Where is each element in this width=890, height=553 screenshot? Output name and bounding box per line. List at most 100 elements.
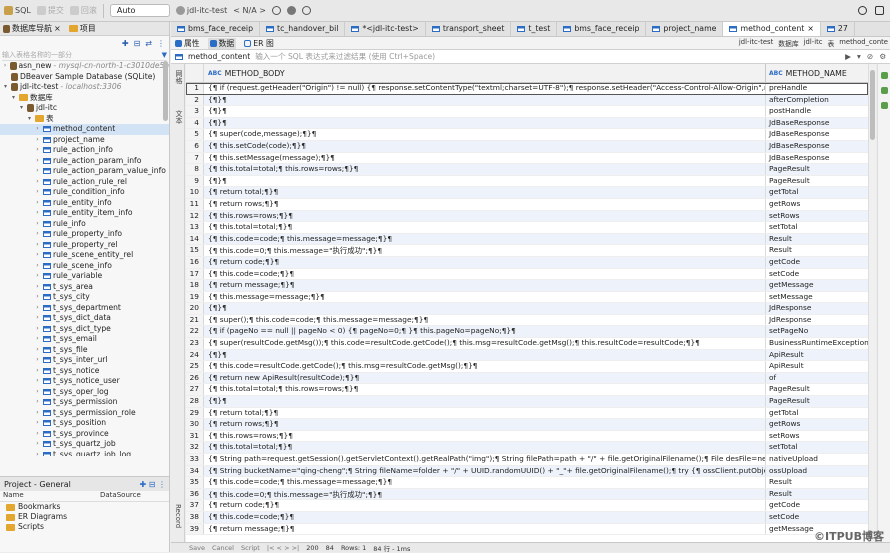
chevron-right-icon[interactable]: › [34,292,41,303]
column-header-method-name[interactable]: ABC METHOD_NAME [766,64,868,82]
table-row[interactable]: 23 {¶ super(resultCode.getMsg());¶ this.c… [186,338,868,350]
tree-node[interactable]: › rule_scene_info [0,261,169,272]
link-editor-icon[interactable]: ⇄ [145,39,152,48]
cell-method-body[interactable]: {¶ this.rows=rows;¶}¶ [204,430,766,442]
tree-node[interactable]: › t_sys_file [0,345,169,356]
chevron-right-icon[interactable]: › [34,250,41,261]
chevron-right-icon[interactable]: › [34,166,41,177]
cell-method-body[interactable]: {¶ this.total=total;¶ this.rows=rows;¶}¶ [204,164,766,175]
table-row[interactable]: 32 {¶ this.total=total;¶}¶ setTotal [186,442,868,454]
cell-method-name[interactable]: getRows [766,199,868,210]
chevron-right-icon[interactable]: › [34,208,41,219]
crumb-db-label[interactable]: 数据库 [778,38,798,48]
chevron-down-icon[interactable]: ▾ [18,103,25,114]
tree-node[interactable]: ▾ 表 [0,114,169,125]
row-number[interactable]: 37 [186,500,204,511]
tree-scrollbar[interactable] [163,61,168,121]
row-number[interactable]: 10 [186,187,204,198]
table-row[interactable]: 30 {¶ return rows;¶}¶ getRows [186,419,868,431]
cell-method-name[interactable]: setPageNo [766,326,868,337]
cell-method-body[interactable]: {¶}¶ [204,94,766,106]
cell-method-body[interactable]: {¶ this.total=total;¶}¶ [204,222,766,233]
row-number[interactable]: 16 [186,256,204,268]
search-icon[interactable] [858,6,867,15]
cell-method-name[interactable]: setCode [766,269,868,280]
editor-tab[interactable]: bms_face_receip [557,22,647,36]
tree-node[interactable]: › rule_scene_entity_rel [0,250,169,261]
row-number[interactable]: 30 [186,419,204,430]
chevron-down-icon[interactable]: ▾ [2,82,9,93]
table-row[interactable]: 11 {¶ return rows;¶}¶ getRows [186,198,868,211]
row-number[interactable]: 32 [186,442,204,453]
cell-method-name[interactable]: PageResult [766,164,868,175]
row-number[interactable]: 28 [186,396,204,407]
row-number[interactable]: 36 [186,488,204,500]
table-filter[interactable]: 输入表格名称的一部分 ▼ [2,50,167,61]
table-row[interactable]: 39 {¶ return message;¶}¶ getMessage [186,523,868,536]
table-row[interactable]: 5 {¶ super(code,message);¶}¶ JdBaseRespons… [186,129,868,141]
cell-method-body[interactable]: {¶ this.message=message;¶}¶ [204,291,766,303]
tree-node[interactable]: › t_sys_city [0,292,169,303]
tree-node[interactable]: › rule_entity_info [0,198,169,209]
row-number[interactable]: 33 [186,454,204,465]
row-number[interactable]: 12 [186,210,204,222]
chevron-right-icon[interactable]: › [34,261,41,272]
cell-method-body[interactable]: {¶ this.total=total;¶}¶ [204,442,766,453]
tree-node[interactable]: › rule_entity_item_info [0,208,169,219]
editor-tab[interactable]: method_content × [723,22,821,36]
chevron-right-icon[interactable]: › [34,303,41,314]
cell-method-name[interactable]: getRows [766,419,868,430]
new-connection-icon[interactable]: ✚ [122,39,129,48]
chevron-right-icon[interactable]: › [34,240,41,251]
table-row[interactable]: 33 {¶ String path=request.getSession().ge… [186,454,868,466]
table-row[interactable]: 7 {¶ this.setMessage(message);¶}¶ JdBaseRe… [186,152,868,165]
cell-method-body[interactable]: {¶ return total;¶}¶ [204,187,766,198]
chevron-right-icon[interactable]: › [34,366,41,377]
table-row[interactable]: 38 {¶ this.code=code;¶}¶ setCode [186,511,868,524]
row-number[interactable]: 17 [186,268,204,280]
cell-method-body[interactable]: {¶ return total;¶}¶ [204,407,766,419]
tree-node[interactable]: DBeaver Sample Database (SQLite) [0,72,169,83]
tree-node[interactable]: › t_sys_area [0,282,169,293]
grid-view-toggle[interactable]: 网格 [174,70,184,84]
row-number[interactable]: 34 [186,465,204,477]
row-number[interactable]: 20 [186,303,204,314]
chevron-right-icon[interactable]: › [34,187,41,198]
tree-node[interactable]: › rule_variable [0,271,169,282]
chevron-right-icon[interactable]: › [34,387,41,398]
cell-method-name[interactable]: postHandle [766,106,868,117]
cell-method-body[interactable]: {¶ super(resultCode.getMsg());¶ this.cod… [204,338,766,349]
chevron-right-icon[interactable]: › [34,324,41,335]
tab-er-diagram[interactable]: ER 图 [244,38,274,49]
tab-properties[interactable]: 属性 [175,38,200,49]
chevron-right-icon[interactable]: › [34,219,41,230]
table-row[interactable]: 25 {¶ this.code=resultCode.getCode();¶ th… [186,361,868,373]
crumb-connection[interactable]: jdl-itc-test [739,38,773,48]
tree-node[interactable]: › rule_action_param_info [0,156,169,167]
cell-method-name[interactable]: JdBaseResponse [766,118,868,129]
cell-method-name[interactable]: PageResult [766,176,868,187]
editor-tab[interactable]: project_name [646,22,724,36]
chevron-right-icon[interactable]: › [34,229,41,240]
chevron-right-icon[interactable]: › [34,345,41,356]
cell-method-body[interactable]: {¶ this.rows=rows;¶}¶ [204,210,766,222]
row-number[interactable]: 6 [186,140,204,152]
crumb-db[interactable]: jdl-itc [804,38,823,48]
row-number[interactable]: 11 [186,198,204,210]
cell-method-name[interactable]: ossUpload [766,466,868,477]
cell-method-name[interactable]: JdBaseResponse [766,141,868,152]
cell-method-body[interactable]: {¶ super();¶ this.code=code;¶ this.messa… [204,314,766,326]
cell-method-body[interactable]: {¶ this.code=0;¶ this.message="执行成功";¶}¶ [204,488,766,500]
row-number[interactable]: 24 [186,349,204,361]
chevron-right-icon[interactable]: › [34,439,41,450]
tab-db-navigator[interactable]: 数据库导航 × [3,23,61,34]
cell-method-name[interactable]: getMessage [766,280,868,291]
chevron-right-icon[interactable]: › [34,271,41,282]
row-number[interactable]: 38 [186,511,204,523]
cell-method-name[interactable]: ApiResult [766,361,868,372]
fetch-size-input[interactable]: 200 [306,544,318,552]
tree-node[interactable]: › t_sys_province [0,429,169,440]
tree-node[interactable]: › t_sys_notice_user [0,376,169,387]
tree-node[interactable]: › asn_new - mysql-cn-north-1-c3010de5a [0,61,169,72]
row-number[interactable]: 4 [186,117,204,129]
